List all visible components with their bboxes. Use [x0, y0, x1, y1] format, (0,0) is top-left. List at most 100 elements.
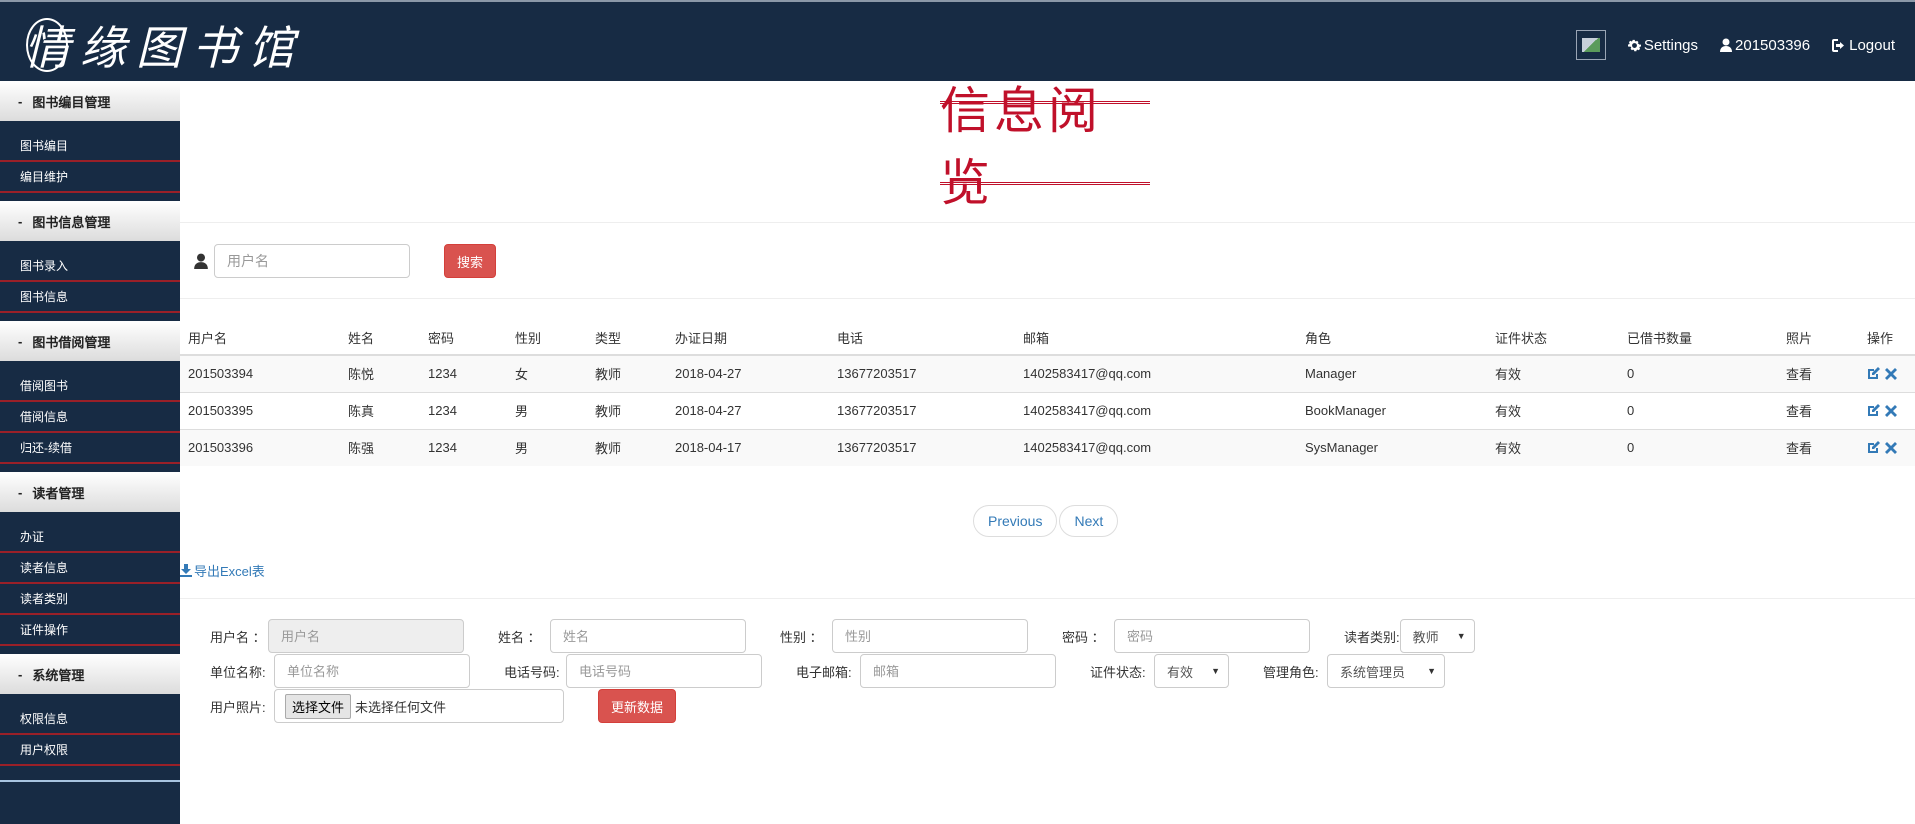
choose-file-button[interactable]: 选择文件 — [285, 693, 352, 719]
update-data-button[interactable]: 更新数据 — [598, 689, 677, 723]
sidebar-item-book-info[interactable]: 图书信息 — [0, 282, 180, 313]
collapse-icon: - — [18, 333, 23, 349]
table-row: 201503394 陈悦 1234 女 教师 2018-04-27 136772… — [180, 354, 1915, 392]
sidebar-item-permission-info[interactable]: 权限信息 — [0, 704, 180, 735]
settings-link[interactable]: Settings — [1627, 37, 1698, 54]
form-row: 用户名 ： 姓名 ： 性别 ： 密码 ： 读者类别: 教师 ▼ — [210, 619, 1475, 653]
unit-field[interactable] — [274, 654, 470, 688]
sidebar-item-reader-info[interactable]: 读者信息 — [0, 553, 180, 584]
view-photo-link[interactable]: 查看 — [1778, 428, 1859, 466]
download-icon — [180, 564, 192, 577]
logo-circle-decoration — [26, 18, 68, 72]
sidebar-group-label: 图书借阅管理 — [32, 334, 111, 350]
cell-status: 有效 — [1487, 391, 1619, 429]
sidebar-item-reader-type[interactable]: 读者类别 — [0, 584, 180, 615]
cell-name: 陈悦 — [340, 354, 420, 392]
edit-icon[interactable] — [1867, 404, 1880, 417]
cell-type-link[interactable]: 教师 — [587, 428, 667, 466]
divider — [180, 222, 1915, 223]
cell-password: 1234 — [420, 391, 507, 429]
phone-field[interactable] — [566, 654, 762, 688]
sidebar-group-title[interactable]: - 系统管理 — [0, 654, 180, 694]
cell-type-link[interactable]: 教师 — [587, 391, 667, 429]
table-row: 201503395 陈真 1234 男 教师 2018-04-27 136772… — [180, 391, 1915, 429]
sidebar-group-title[interactable]: - 图书信息管理 — [0, 201, 180, 241]
password-field[interactable] — [1114, 619, 1310, 653]
admin-role-select[interactable]: 系统管理员 ▼ — [1327, 654, 1445, 688]
edit-icon[interactable] — [1867, 367, 1880, 380]
card-status-select[interactable]: 有效 ▼ — [1154, 654, 1229, 688]
cell-borrowed: 0 — [1619, 391, 1778, 429]
cell-role: SysManager — [1297, 428, 1487, 466]
user-label: 201503396 — [1735, 36, 1811, 54]
sidebar-group: - 图书信息管理 图书录入 图书信息 — [0, 201, 180, 321]
name-field[interactable] — [550, 619, 746, 653]
col-borrowed-count: 已借书数量 — [1619, 321, 1778, 356]
broken-image-icon — [1581, 38, 1600, 52]
sidebar-item-card-operations[interactable]: 证件操作 — [0, 615, 180, 646]
col-role: 角色 — [1297, 321, 1487, 356]
view-photo-link[interactable]: 查看 — [1778, 391, 1859, 429]
edit-icon[interactable] — [1867, 441, 1880, 454]
search-button[interactable]: 搜索 — [444, 244, 497, 278]
collapse-icon: - — [18, 93, 23, 109]
sidebar-divider — [0, 780, 180, 782]
password-label: 密码 ： — [1062, 629, 1105, 645]
reader-type-select[interactable]: 教师 ▼ — [1399, 619, 1475, 653]
cell-gender: 男 — [507, 391, 587, 429]
logo[interactable]: 情缘图书馆 — [24, 14, 304, 76]
sidebar-group-title[interactable]: - 图书编目管理 — [0, 81, 180, 121]
sidebar-group-label: 系统管理 — [32, 667, 85, 683]
sidebar-group-title[interactable]: - 读者管理 — [0, 472, 180, 512]
cell-borrowed: 0 — [1619, 354, 1778, 392]
delete-icon[interactable] — [1885, 404, 1897, 417]
cell-actions — [1859, 428, 1915, 466]
previous-page-button[interactable]: Previous — [973, 505, 1058, 537]
cell-date: 2018-04-27 — [667, 391, 829, 429]
cell-phone: 13677203517 — [829, 354, 1015, 392]
col-email: 邮箱 — [1015, 321, 1297, 356]
sidebar-item-catalog-maintenance[interactable]: 编目维护 — [0, 162, 180, 193]
cell-password: 1234 — [420, 428, 507, 466]
username-search-input[interactable] — [214, 244, 410, 278]
dropdown-arrow-icon: ▼ — [1456, 631, 1466, 641]
cell-gender: 女 — [507, 354, 587, 392]
sidebar-item-book-catalog[interactable]: 图书编目 — [0, 131, 180, 162]
delete-icon[interactable] — [1885, 367, 1897, 380]
dropdown-arrow-icon: ▼ — [1211, 666, 1220, 676]
reader-type-value: 教师 — [1412, 629, 1439, 645]
col-card-date: 办证日期 — [667, 321, 829, 356]
cell-actions — [1859, 391, 1915, 429]
cell-email: 1402583417@qq.com — [1015, 391, 1297, 429]
sidebar-item-return-renew[interactable]: 归还-续借 — [0, 433, 180, 464]
collapse-icon: - — [18, 484, 23, 500]
search-bar: 搜索 — [194, 244, 497, 278]
photo-file-input[interactable]: 选择文件 未选择任何文件 — [274, 689, 564, 723]
unit-label: 单位名称: — [210, 664, 266, 680]
user-icon — [1720, 38, 1733, 52]
sidebar-item-user-permissions[interactable]: 用户权限 — [0, 735, 180, 766]
sidebar-item-issue-card[interactable]: 办证 — [0, 522, 180, 553]
delete-icon[interactable] — [1885, 441, 1897, 454]
view-photo-link[interactable]: 查看 — [1778, 354, 1859, 392]
gender-field[interactable] — [832, 619, 1028, 653]
sidebar-item-book-entry[interactable]: 图书录入 — [0, 251, 180, 282]
cell-username: 201503396 — [180, 428, 340, 466]
cell-phone: 13677203517 — [829, 391, 1015, 429]
divider — [180, 298, 1915, 299]
sidebar-item-borrow-info[interactable]: 借阅信息 — [0, 402, 180, 433]
sidebar-item-borrow-book[interactable]: 借阅图书 — [0, 371, 180, 402]
user-avatar-image[interactable] — [1575, 30, 1606, 60]
email-field[interactable] — [860, 654, 1056, 688]
photo-label: 用户照片: — [210, 699, 266, 715]
col-photo: 照片 — [1778, 321, 1859, 356]
logout-link[interactable]: Logout — [1832, 37, 1895, 54]
cell-type-link[interactable]: 教师 — [587, 354, 667, 392]
sidebar-group-title[interactable]: - 图书借阅管理 — [0, 321, 180, 361]
export-excel-link[interactable]: 导出Excel表 — [180, 561, 265, 580]
sidebar-group-label: 图书编目管理 — [32, 94, 111, 110]
user-link[interactable]: 201503396 — [1720, 37, 1810, 54]
col-type: 类型 — [587, 321, 667, 356]
form-row: 用户照片: 选择文件 未选择任何文件 更新数据 — [210, 689, 677, 723]
next-page-button[interactable]: Next — [1059, 505, 1119, 537]
